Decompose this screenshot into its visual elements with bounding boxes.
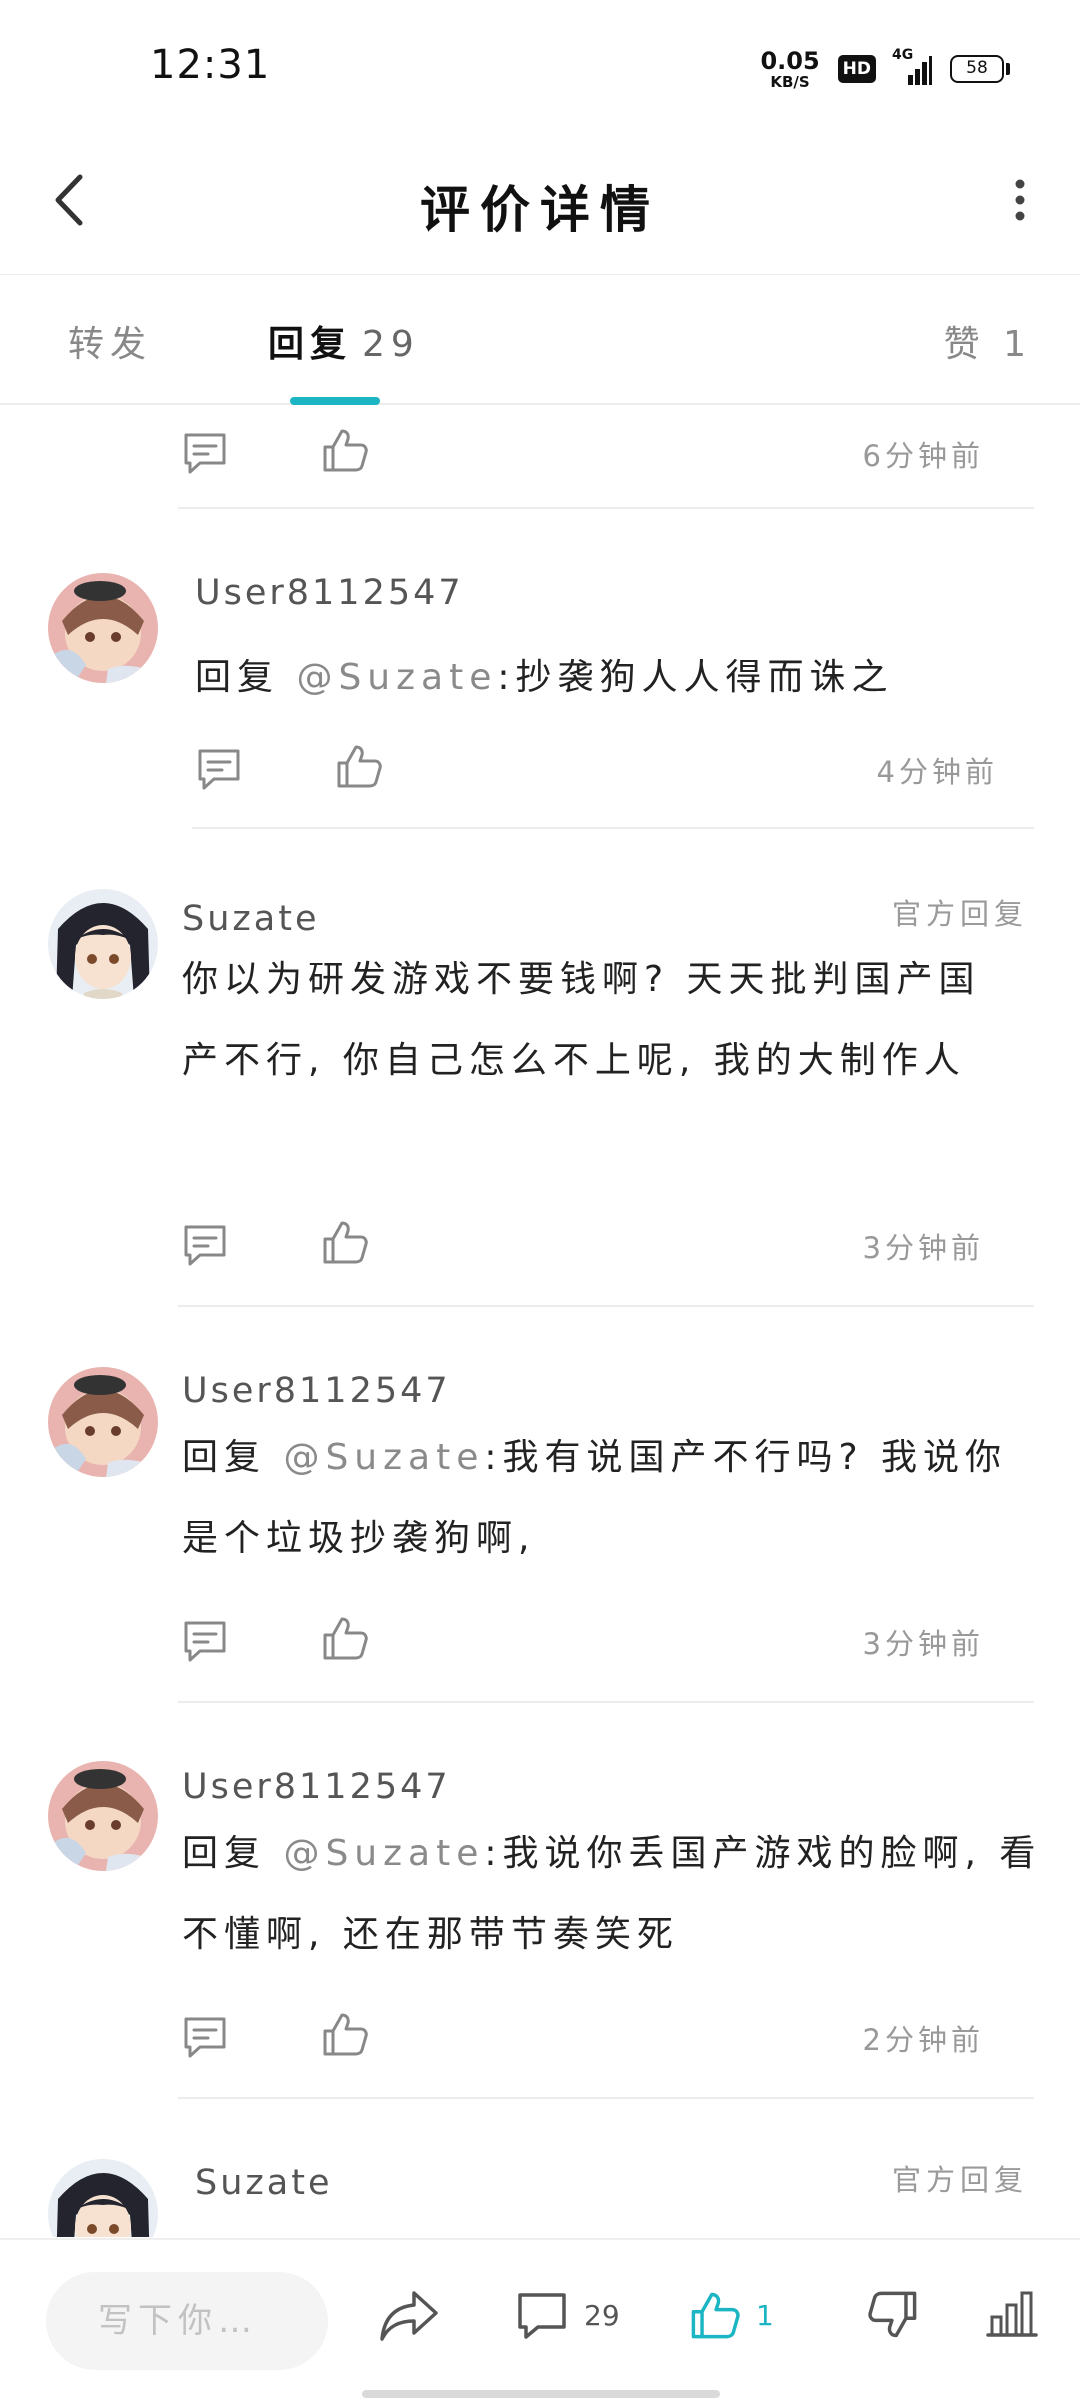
like-icon[interactable] (334, 741, 384, 791)
hd-badge: HD (837, 55, 876, 83)
comment-actions: 6分钟前 (180, 425, 1040, 485)
avatar[interactable] (48, 2159, 158, 2237)
tab-like-count: 1 (1003, 324, 1032, 365)
comment-time: 2分钟前 (862, 2023, 984, 2057)
official-reply-badge: 官方回复 (891, 897, 1028, 931)
comment-icon[interactable] (180, 429, 230, 479)
list-item: User8112547 回复 @Suzate:抄袭狗人人得而诛之 4分钟前 (0, 511, 1080, 829)
list-item: Suzate 官方回复 你以为研发游戏不要钱啊? 天天批判国产国产不行, 你自己… (0, 829, 1080, 1307)
like-icon[interactable] (320, 1217, 370, 1267)
tab-reply-count: 29 (362, 324, 420, 365)
comment-username[interactable]: Suzate (182, 899, 319, 939)
comment-icon[interactable] (180, 1617, 230, 1667)
more-vertical-icon (1015, 179, 1025, 221)
dislike-button[interactable] (866, 2280, 920, 2350)
like-count: 1 (756, 2298, 774, 2332)
list-item: Suzate 官方回复 (0, 2099, 1080, 2237)
comment-icon[interactable] (194, 745, 244, 795)
comment-username[interactable]: Suzate (195, 2163, 332, 2203)
comment-time: 3分钟前 (862, 1627, 984, 1661)
comment-time: 3分钟前 (862, 1231, 984, 1265)
comment-icon[interactable] (180, 1221, 230, 1271)
tab-like[interactable]: 赞 1 (944, 315, 1032, 367)
status-bar: 12:31 0.05 KB/S HD 4G 58 (0, 0, 1080, 130)
compose-comment-input[interactable] (46, 2272, 328, 2370)
tab-reply-label: 回复 (268, 324, 353, 365)
comment-button[interactable]: 29 (514, 2280, 620, 2350)
avatar[interactable] (48, 1761, 158, 1871)
avatar[interactable] (48, 889, 158, 999)
comment-username[interactable]: User8112547 (195, 573, 464, 613)
network-speed: 0.05 KB/S (760, 49, 819, 90)
comment-time: 4分钟前 (876, 755, 998, 789)
comment-list: 6分钟前 User8112547 回复 @Suzate:抄袭狗人人得而诛之 4分… (0, 407, 1080, 2237)
stats-button[interactable] (984, 2280, 1040, 2350)
comment-text: 回复 @Suzate:我说你丢国产游戏的脸啊, 看不懂啊, 还在那带节奏笑死 (182, 1813, 1042, 1975)
dislike-icon (868, 2291, 917, 2338)
share-button[interactable] (378, 2280, 440, 2350)
stats-icon (986, 2291, 1038, 2337)
more-options-button[interactable] (990, 160, 1050, 240)
comment-time: 6分钟前 (862, 439, 984, 473)
tab-reply[interactable]: 回复 29 (268, 315, 420, 367)
mention-link[interactable]: @Suzate (283, 1833, 484, 1874)
battery-level: 58 (950, 55, 1004, 83)
reply-prefix: 回复 (195, 657, 297, 698)
like-icon[interactable] (320, 1613, 370, 1663)
comment-body: 你以为研发游戏不要钱啊? 天天批判国产国产不行, 你自己怎么不上呢, 我的大制作… (182, 959, 981, 1081)
list-item: 6分钟前 (0, 407, 1080, 511)
tab-bar: 转发 回复 29 赞 1 (0, 277, 1080, 405)
signal-icon: 4G (892, 47, 932, 87)
network-speed-unit: KB/S (770, 72, 810, 91)
comment-icon (518, 2293, 566, 2339)
avatar[interactable] (48, 1367, 158, 1477)
comment-actions: 3分钟前 (180, 1217, 1040, 1277)
network-speed-value: 0.05 (760, 46, 820, 75)
comment-count: 29 (584, 2298, 620, 2332)
official-reply-badge: 官方回复 (891, 2163, 1028, 2197)
status-time: 12:31 (150, 42, 271, 88)
reply-prefix: 回复 (182, 1833, 284, 1874)
like-button[interactable]: 1 (688, 2280, 774, 2350)
comment-text: 回复 @Suzate:抄袭狗人人得而诛之 (195, 637, 1055, 718)
status-indicators: 0.05 KB/S HD 4G 58 (760, 44, 1010, 94)
comment-text: 你以为研发游戏不要钱啊? 天天批判国产国产不行, 你自己怎么不上呢, 我的大制作… (182, 939, 1012, 1101)
comment-username[interactable]: User8112547 (182, 1371, 451, 1411)
comment-icon[interactable] (180, 2013, 230, 2063)
comment-text: 回复 @Suzate:我有说国产不行吗? 我说你是个垃圾抄袭狗啊, (182, 1417, 1042, 1579)
page-title: 评价详情 (420, 181, 660, 239)
tab-active-indicator (290, 397, 380, 405)
home-indicator[interactable] (362, 2390, 720, 2398)
list-item: User8112547 回复 @Suzate:我有说国产不行吗? 我说你是个垃圾… (0, 1307, 1080, 1703)
network-type: 4G (892, 47, 914, 63)
comment-actions: 3分钟前 (180, 1613, 1040, 1673)
list-item: User8112547 回复 @Suzate:我说你丢国产游戏的脸啊, 看不懂啊… (0, 1703, 1080, 2099)
app-header: 评价详情 (0, 130, 1080, 275)
comment-actions: 4分钟前 (194, 741, 1040, 801)
divider (178, 507, 1034, 509)
mention-link[interactable]: @Suzate (283, 1437, 484, 1478)
bottom-action-bar: 29 1 (0, 2238, 1080, 2400)
battery-icon: 58 (950, 55, 1010, 83)
tab-forward-label: 转发 (68, 324, 153, 365)
tab-like-label: 赞 (943, 324, 986, 365)
avatar[interactable] (48, 573, 158, 683)
share-icon (380, 2291, 438, 2341)
mention-link[interactable]: @Suzate (296, 657, 497, 698)
comment-actions: 2分钟前 (180, 2009, 1040, 2069)
like-icon[interactable] (320, 425, 370, 475)
comment-username[interactable]: User8112547 (182, 1767, 451, 1807)
like-icon[interactable] (320, 2009, 370, 2059)
like-icon (691, 2292, 740, 2339)
comment-body: :抄袭狗人人得而诛之 (497, 657, 894, 698)
reply-prefix: 回复 (182, 1437, 284, 1478)
tab-forward[interactable]: 转发 (68, 315, 152, 367)
